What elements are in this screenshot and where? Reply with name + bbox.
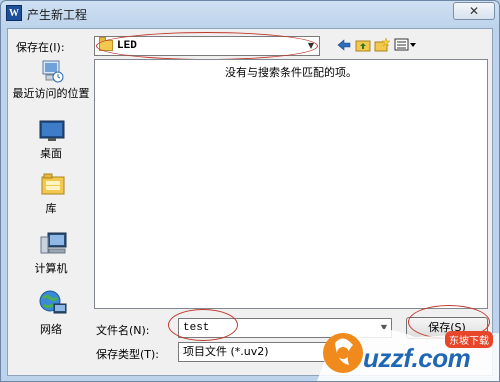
computer-icon xyxy=(39,231,67,257)
close-button[interactable]: ✕ xyxy=(453,2,495,20)
back-arrow-icon[interactable] xyxy=(336,37,352,53)
filename-label: 文件名(N): xyxy=(96,324,150,337)
place-network[interactable]: 网络 xyxy=(12,287,90,337)
app-icon: W xyxy=(6,5,22,21)
empty-message: 没有与搜索条件匹配的项。 xyxy=(225,66,357,79)
watermark-badge: 东坡下载 xyxy=(445,331,493,348)
current-folder-text: LED xyxy=(117,40,137,52)
place-label: 网络 xyxy=(40,323,62,336)
chevron-down-icon[interactable]: ▼ xyxy=(304,38,318,54)
place-computer[interactable]: 计算机 xyxy=(12,229,90,279)
look-in-dropdown[interactable]: LED ▼ xyxy=(94,36,320,56)
place-desktop[interactable]: 桌面 xyxy=(12,119,90,163)
title-bar[interactable]: W 产生新工程 ✕ xyxy=(1,1,499,27)
site-watermark: uzzf.com 东坡下载 xyxy=(315,303,499,381)
place-label: 库 xyxy=(45,202,57,215)
window-title: 产生新工程 xyxy=(27,8,88,22)
place-label: 桌面 xyxy=(40,147,62,160)
libraries-icon xyxy=(40,171,66,197)
view-menu-icon[interactable] xyxy=(394,37,418,53)
place-libraries[interactable]: 库 xyxy=(12,169,90,219)
save-dialog-window: W 产生新工程 ✕ 保存在(I): LED ▼ 最近访问的位置 桌面 库 计算机… xyxy=(0,0,500,382)
network-icon xyxy=(38,289,68,317)
file-list[interactable]: 没有与搜索条件匹配的项。 xyxy=(94,59,488,309)
places-bar: 最近访问的位置 桌面 库 计算机 网络 xyxy=(12,51,90,336)
place-label: 最近访问的位置 xyxy=(12,87,90,100)
up-folder-icon[interactable] xyxy=(355,37,371,53)
folder-icon xyxy=(99,37,113,51)
place-label: 计算机 xyxy=(34,262,68,275)
filetype-label: 保存类型(T): xyxy=(96,348,160,361)
recent-places-icon xyxy=(40,59,64,83)
filetype-select[interactable]: 项目文件 (*.uv2) xyxy=(178,342,338,362)
place-recent[interactable]: 最近访问的位置 xyxy=(12,57,90,115)
new-folder-icon[interactable] xyxy=(374,37,391,53)
desktop-icon xyxy=(39,119,65,143)
